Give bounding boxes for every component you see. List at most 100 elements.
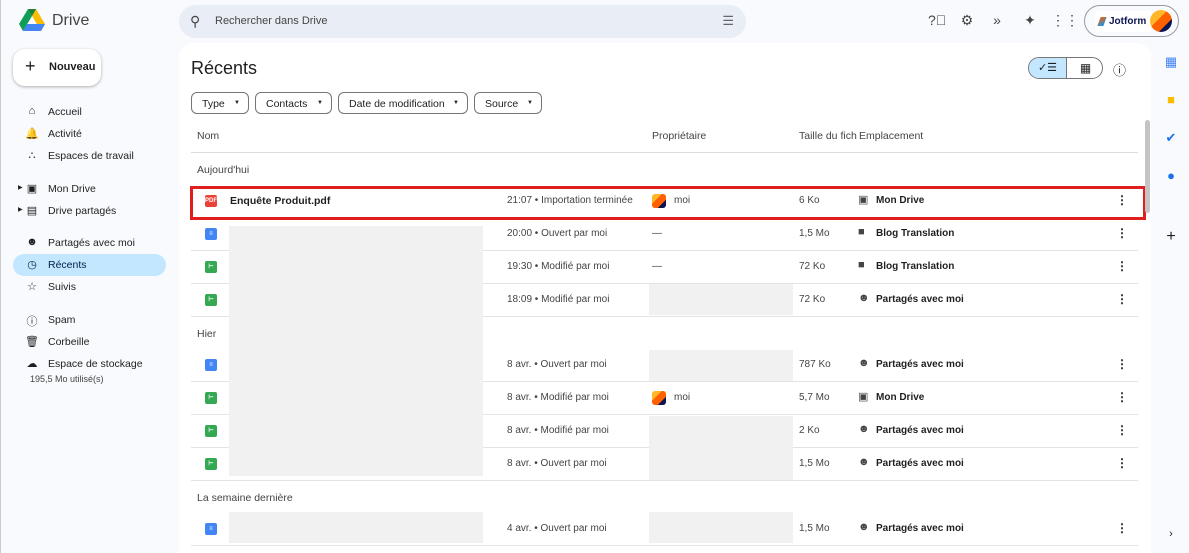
column-location[interactable]: Emplacement xyxy=(859,130,923,142)
file-location[interactable]: Partagés avec moi xyxy=(876,523,964,534)
account-button[interactable]: Jotform xyxy=(1084,5,1179,37)
doc-file-icon: ≡ xyxy=(205,523,217,535)
people-icon: ☻ xyxy=(858,521,870,533)
filter-type[interactable]: Type ▼ xyxy=(191,92,249,114)
filter-label: Contacts xyxy=(266,98,308,110)
dropdown-icon: ▼ xyxy=(317,100,323,106)
tasks-icon[interactable]: ✔ xyxy=(1163,130,1179,146)
sidebar-item-6[interactable]: ◷ Récents xyxy=(13,254,166,276)
doc-file-icon: ≡ xyxy=(205,359,217,371)
more-actions-icon[interactable]: ⋮ xyxy=(1116,226,1128,240)
file-activity: 8 avr. • Ouvert par moi xyxy=(507,359,607,370)
file-location[interactable]: Partagés avec moi xyxy=(876,359,964,370)
file-activity: 20:00 • Ouvert par moi xyxy=(507,228,608,239)
sidebar-item-3[interactable]: ▶ ▣ Mon Drive xyxy=(13,178,166,200)
keep-icon[interactable]: ■ xyxy=(1163,92,1179,107)
file-activity: 19:30 • Modifié par moi xyxy=(507,261,610,272)
scrollbar[interactable] xyxy=(1145,120,1150,213)
more-actions-icon[interactable]: ⋮ xyxy=(1116,390,1128,404)
offline-icon[interactable]: » xyxy=(988,12,1006,28)
jotform-logo: Jotform xyxy=(1095,11,1153,32)
file-owner: moi xyxy=(674,392,691,403)
more-actions-icon[interactable]: ⋮ xyxy=(1116,456,1128,470)
gemini-icon[interactable]: ✦ xyxy=(1021,12,1039,29)
plus-icon: + xyxy=(25,56,36,76)
search-options-icon[interactable]: ☰ xyxy=(722,13,734,29)
sidebar-item-9[interactable]: 🗑 Corbeille xyxy=(13,331,166,353)
more-actions-icon[interactable]: ⋮ xyxy=(1116,521,1128,535)
cloud-icon: ☁ xyxy=(26,358,38,370)
redacted-owner xyxy=(649,416,793,480)
view-toggle[interactable]: ✓☰ ▦ xyxy=(1028,57,1103,79)
expand-arrow-icon[interactable]: ▶ xyxy=(18,206,23,213)
list-view-icon[interactable]: ✓☰ xyxy=(1029,58,1067,78)
search-icon[interactable]: ⚲ xyxy=(190,13,200,30)
file-activity: 8 avr. • Modifié par moi xyxy=(507,392,609,403)
new-button-label: Nouveau xyxy=(49,61,96,73)
info-icon[interactable]: ⓘ xyxy=(1113,60,1126,79)
filter-date[interactable]: Date de modification ▼ xyxy=(338,92,468,114)
sheet-file-icon: ⊢ xyxy=(205,392,217,404)
file-location[interactable]: Blog Translation xyxy=(876,261,954,272)
column-size[interactable]: Taille du fich xyxy=(799,130,857,142)
filter-source[interactable]: Source ▼ xyxy=(474,92,542,114)
filter-contacts[interactable]: Contacts ▼ xyxy=(255,92,332,114)
filter-label: Date de modification xyxy=(349,98,445,110)
sidebar-item-label: Spam xyxy=(48,314,76,326)
help-icon[interactable]: ?⃝ xyxy=(928,12,946,28)
expand-arrow-icon[interactable]: ▶ xyxy=(18,184,23,191)
sidebar-item-8[interactable]: ⓘ Spam xyxy=(13,309,166,331)
redacted-owner xyxy=(649,350,793,381)
column-name[interactable]: Nom xyxy=(197,130,219,142)
file-size: 787 Ko xyxy=(799,359,831,370)
sidebar-item-7[interactable]: ☆ Suivis xyxy=(13,276,166,298)
add-addon-icon[interactable]: + xyxy=(1163,228,1179,246)
contacts-icon[interactable]: ● xyxy=(1163,168,1179,183)
page-title: Récents xyxy=(191,58,258,78)
sidebar-item-10[interactable]: ☁ Espace de stockage xyxy=(13,353,166,375)
sidebar-item-label: Espace de stockage xyxy=(48,358,143,370)
file-location[interactable]: Partagés avec moi xyxy=(876,294,964,305)
column-owner[interactable]: Propriétaire xyxy=(652,130,706,142)
file-location[interactable]: Partagés avec moi xyxy=(876,458,964,469)
sidebar-item-label: Mon Drive xyxy=(48,183,96,195)
gear-icon[interactable]: ⚙ xyxy=(958,12,976,29)
group-last-week: La semaine dernière xyxy=(197,492,293,504)
sheet-file-icon: ⊢ xyxy=(205,261,217,273)
sidebar-item-1[interactable]: 🔔 Activité xyxy=(13,123,166,145)
header-divider xyxy=(191,152,1138,153)
sidebar-item-4[interactable]: ▶ ▤ Drive partagés xyxy=(13,200,166,222)
search-input[interactable]: Rechercher dans Drive xyxy=(215,15,328,27)
redacted-owner xyxy=(649,284,793,315)
file-activity: 8 avr. • Modifié par moi xyxy=(507,425,609,436)
apps-grid-icon[interactable]: ⋮⋮ xyxy=(1051,12,1079,29)
sidebar-item-label: Partagés avec moi xyxy=(48,237,135,249)
file-location[interactable]: Mon Drive xyxy=(876,392,924,403)
calendar-icon[interactable]: ▦ xyxy=(1163,54,1179,70)
my-drive-icon: ▣ xyxy=(26,183,38,195)
more-actions-icon[interactable]: ⋮ xyxy=(1116,357,1128,371)
new-button[interactable]: + Nouveau xyxy=(13,49,101,86)
storage-usage: 195,5 Mo utilisé(s) xyxy=(30,374,104,384)
sheet-file-icon: ⊢ xyxy=(205,294,217,306)
redacted-names xyxy=(229,226,483,476)
more-actions-icon[interactable]: ⋮ xyxy=(1116,423,1128,437)
sidebar-item-label: Corbeille xyxy=(48,336,90,348)
file-location[interactable]: Blog Translation xyxy=(876,228,954,239)
people-icon: ☻ xyxy=(858,292,870,304)
star-icon: ☆ xyxy=(27,281,37,293)
owner-avatar xyxy=(652,391,666,405)
file-location[interactable]: Partagés avec moi xyxy=(876,425,964,436)
expand-panel-icon[interactable]: › xyxy=(1163,528,1179,540)
app-name: Drive xyxy=(52,12,90,29)
more-actions-icon[interactable]: ⋮ xyxy=(1116,292,1128,306)
grid-view-icon[interactable]: ▦ xyxy=(1067,58,1102,78)
trash-icon: 🗑 xyxy=(25,336,39,348)
more-actions-icon[interactable]: ⋮ xyxy=(1116,259,1128,273)
sidebar-item-0[interactable]: ⌂ Accueil xyxy=(13,101,166,123)
people-icon: ☻ xyxy=(26,236,38,248)
search-bar[interactable]: ⚲ Rechercher dans Drive ☰ xyxy=(179,5,746,38)
sidebar-item-2[interactable]: ∴ Espaces de travail xyxy=(13,145,166,167)
people-icon: ☻ xyxy=(858,357,870,369)
sidebar-item-5[interactable]: ☻ Partagés avec moi xyxy=(13,232,166,254)
